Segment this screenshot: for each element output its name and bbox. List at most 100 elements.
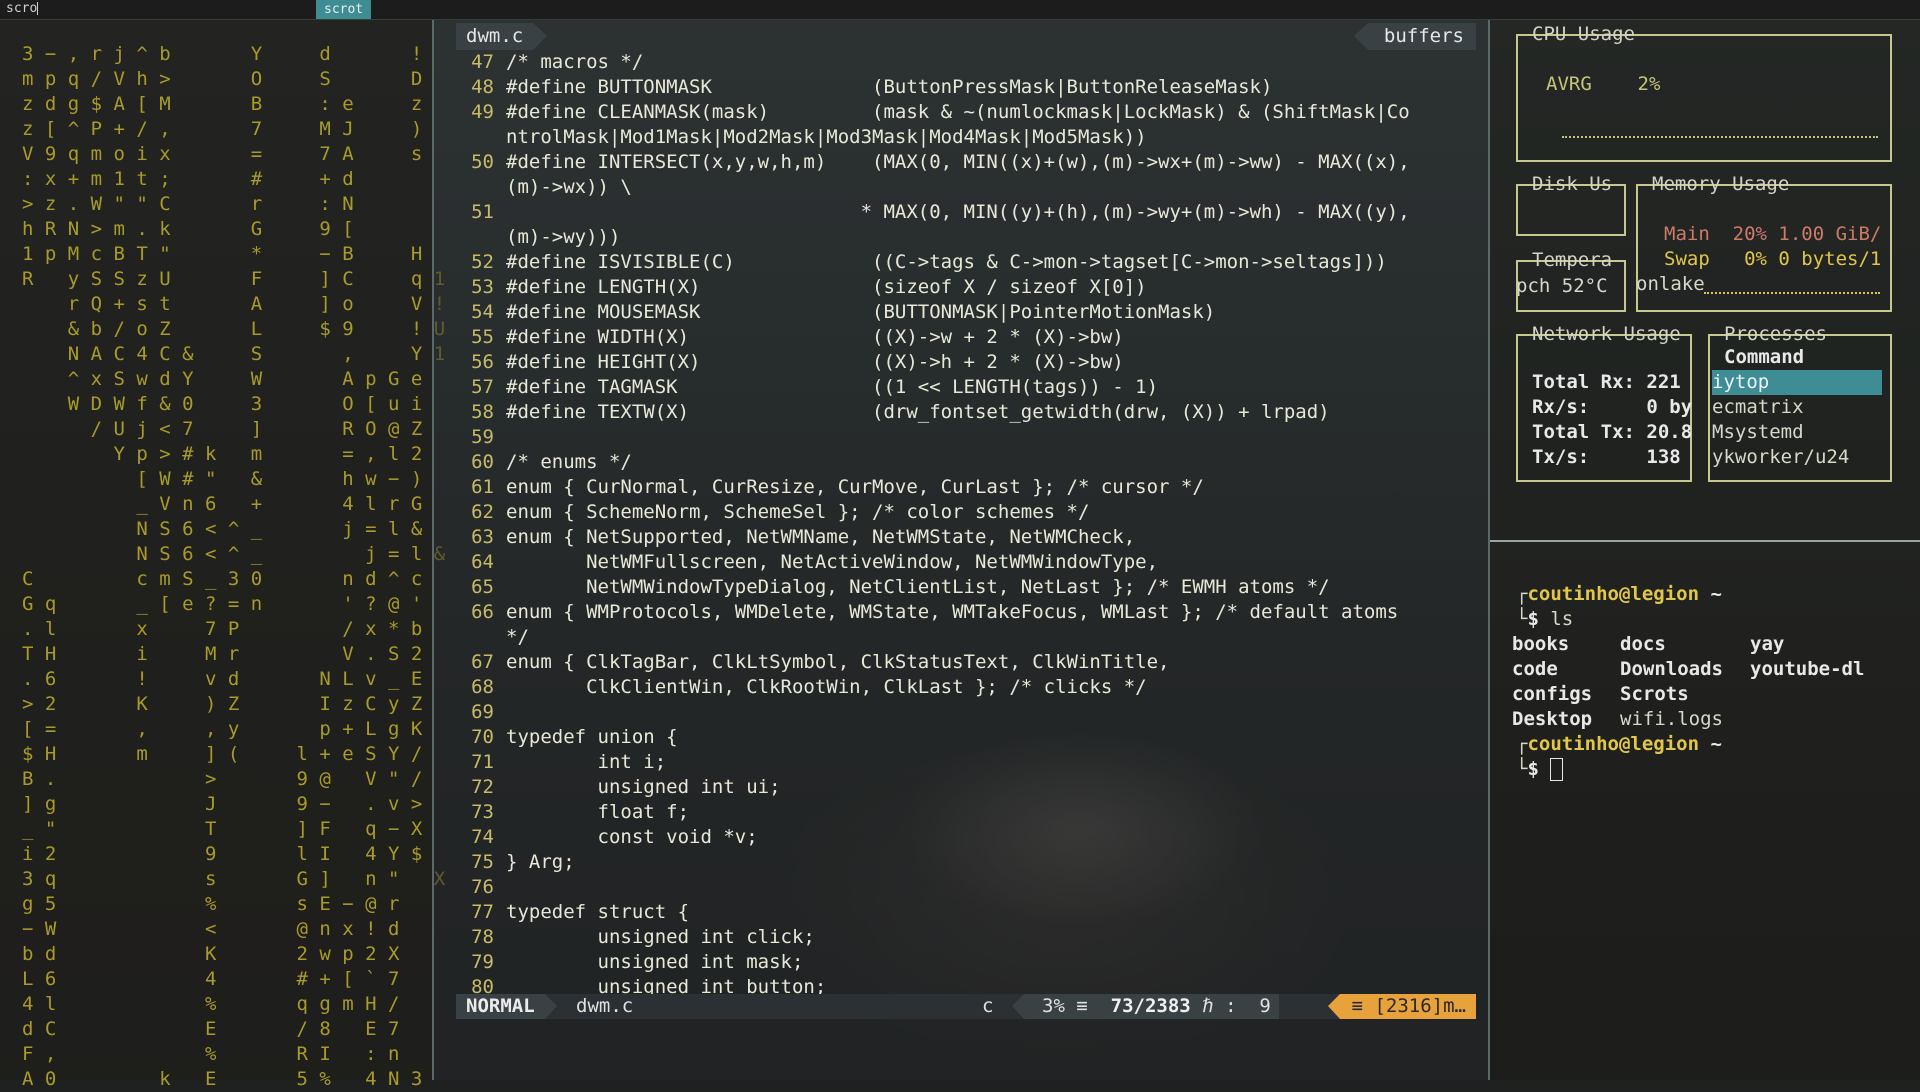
vim-tabline: dwm.c buffers <box>456 23 1476 50</box>
code-text: (m)->wy))) <box>506 226 621 248</box>
temperature-box: Tempera pch 52°C <box>1516 249 1626 312</box>
code-line[interactable]: 53 #define LENGTH(X) (sizeof X / sizeof X… <box>456 275 1476 300</box>
temperature-row: pch 52°C <box>1516 275 1608 297</box>
code-line[interactable]: 79 unsigned int mask; <box>456 950 1476 975</box>
line-number: 76 <box>471 876 494 898</box>
ls-entry: code <box>1512 658 1558 680</box>
code-line[interactable]: 66 enum { WMProtocols, WMDelete, WMState,… <box>456 600 1476 625</box>
code-text: #define CLEANMASK(mask) (mask & ~(numloc… <box>506 101 1410 123</box>
code-line[interactable]: 68 ClkClientWin, ClkRootWin, ClkLast }; … <box>456 675 1476 700</box>
process-row-selected[interactable]: iytop <box>1712 370 1882 395</box>
code-text: #define WIDTH(X) ((X)->w + 2 * (X)->bw) <box>506 326 1124 348</box>
code-line[interactable]: */ <box>456 625 1476 650</box>
code-text: #define INTERSECT(x,y,w,h,m) (MAX(0, MIN… <box>506 151 1410 173</box>
network-usage-title: Network Usage <box>1532 323 1681 345</box>
dmenu-selected-item[interactable]: scrot <box>316 0 372 19</box>
code-line[interactable]: ntrolMask|Mod1Mask|Mod2Mask|Mod3Mask|Mod… <box>456 125 1476 150</box>
status-column: 9 <box>1259 995 1271 1017</box>
code-line[interactable]: 78 unsigned int click; <box>456 925 1476 950</box>
column-icon: ℏ : <box>1202 995 1237 1017</box>
code-line[interactable]: 65 NetWMWindowTypeDialog, NetClientList,… <box>456 575 1476 600</box>
prompt-dir: ~ <box>1710 733 1722 755</box>
prompt-user: coutinho@legion <box>1527 733 1700 755</box>
line-number: 74 <box>471 826 494 848</box>
code-line[interactable]: 56 #define HEIGHT(X) ((X)->h + 2 * (X)->b… <box>456 350 1476 375</box>
process-row[interactable]: ecmatrix <box>1712 395 1804 420</box>
process-row[interactable]: ykworker/u24 <box>1712 445 1849 470</box>
code-line[interactable]: 67 enum { ClkTagBar, ClkLtSymbol, ClkStat… <box>456 650 1476 675</box>
cmatrix-terminal[interactable]: 3 − , r j ^ b Y d ! m p q / V h > O S D … <box>0 20 445 1090</box>
code-line[interactable]: 58 #define TEXTW(X) (drw_fontset_getwidth… <box>456 400 1476 425</box>
code-line[interactable]: 69 <box>456 700 1476 725</box>
memory-graph-line <box>1704 292 1880 294</box>
code-text: const void *v; <box>506 826 758 848</box>
code-line[interactable]: (m)->wx)) \ <box>456 175 1476 200</box>
code-line[interactable]: 60 /* enums */ <box>456 450 1476 475</box>
ytop-monitor[interactable]: CPU Usage AVRG 2% Disk Us Tempera pch 52… <box>1490 20 1920 540</box>
memory-extra-label: onlake <box>1636 273 1705 295</box>
cpu-usage-title: CPU Usage <box>1532 23 1635 45</box>
code-line[interactable]: 72 unsigned int ui; <box>456 775 1476 800</box>
prompt-user: coutinho@legion <box>1527 583 1700 605</box>
line-number: 79 <box>471 951 494 973</box>
code-line[interactable]: 61 enum { CurNormal, CurResize, CurMove, … <box>456 475 1476 500</box>
code-text: * MAX(0, MIN((y)+(h),(m)->wy+(m)->wh) - … <box>506 201 1410 223</box>
code-buffer[interactable]: 47 /* macros */ 48 #define BUTTONMASK (Butt… <box>456 50 1476 1000</box>
typed-command: ls <box>1550 608 1574 630</box>
process-row[interactable]: Msystemd <box>1712 420 1804 445</box>
code-line[interactable]: 52 #define ISVISIBLE(C) ((C->tags & C->mo… <box>456 250 1476 275</box>
code-text: /* macros */ <box>506 51 644 73</box>
line-number: 77 <box>471 901 494 923</box>
code-line[interactable]: 73 float f; <box>456 800 1476 825</box>
ls-entry: docs <box>1620 633 1666 655</box>
code-line[interactable]: 54 #define MOUSEMASK (BUTTONMASK|PointerM… <box>456 300 1476 325</box>
dmenu-bar[interactable]: scro scrot <box>0 0 1920 19</box>
shell-terminal[interactable]: ┌coutinho@legion ~ └$ ls books code conf… <box>1490 542 1920 1080</box>
line-number: 49 <box>471 101 494 123</box>
code-line[interactable]: (m)->wy))) <box>456 225 1476 250</box>
code-text: float f; <box>506 801 690 823</box>
code-text: #define HEIGHT(X) ((X)->h + 2 * (X)->bw) <box>506 351 1124 373</box>
code-line[interactable]: 77 typedef struct { <box>456 900 1476 925</box>
prompt-dir: ~ <box>1710 583 1722 605</box>
cpu-avg-row: AVRG 2% <box>1546 72 1660 97</box>
code-line[interactable]: 63 enum { NetSupported, NetWMName, NetWMS… <box>456 525 1476 550</box>
code-line[interactable]: 62 enum { SchemeNorm, SchemeSel }; /* col… <box>456 500 1476 525</box>
tab-dwm-c[interactable]: dwm.c <box>456 23 548 50</box>
prompt-corner-glyph: └ <box>1516 608 1528 630</box>
matrix-rain-text: 3 − , r j ^ b Y d ! m p q / V h > O S D … <box>22 43 445 1090</box>
code-line[interactable]: 47 /* macros */ <box>456 50 1476 75</box>
code-text: ntrolMask|Mod1Mask|Mod2Mask|Mod3Mask|Mod… <box>506 126 1147 148</box>
memory-usage-title: Memory Usage <box>1652 173 1790 195</box>
code-line[interactable]: 64 NetWMFullscreen, NetActiveWindow, Net… <box>456 550 1476 575</box>
line-number: 69 <box>471 701 494 723</box>
cpu-avg-label: AVRG <box>1546 73 1592 95</box>
code-text: enum { ClkTagBar, ClkLtSymbol, ClkStatus… <box>506 651 1170 673</box>
status-line-count: 73/2383 <box>1110 995 1191 1017</box>
code-line[interactable]: 71 int i; <box>456 750 1476 775</box>
code-line[interactable]: 75} Arg; <box>456 850 1476 875</box>
line-number: 48 <box>471 76 494 98</box>
vim-editor-window[interactable]: dwm.c buffers 47 /* macros */ 48 #define BU… <box>434 20 1488 1080</box>
code-line[interactable]: 57 #define TAGMASK ((1 << LENGTH(tags)) -… <box>456 375 1476 400</box>
dmenu-input-text: scro <box>6 1 38 16</box>
line-number: 47 <box>471 51 494 73</box>
code-line[interactable]: 50 #define INTERSECT(x,y,w,h,m) (MAX(0, M… <box>456 150 1476 175</box>
code-line[interactable]: 74 const void *v; <box>456 825 1476 850</box>
memory-usage-box: Memory Usage Main 20% 1.00 GiB/ Swap 0% … <box>1636 173 1892 312</box>
code-text: /* enums */ <box>506 451 632 473</box>
code-line[interactable]: 59 <box>456 425 1476 450</box>
code-text: enum { NetSupported, NetWMName, NetWMSta… <box>506 526 1136 548</box>
code-line[interactable]: 70 typedef union { <box>456 725 1476 750</box>
line-number: 65 <box>471 576 494 598</box>
ls-entry: yay <box>1750 633 1785 655</box>
dmenu-input[interactable]: scro <box>6 1 39 16</box>
code-line[interactable]: 55 #define WIDTH(X) ((X)->w + 2 * (X)->bw… <box>456 325 1476 350</box>
code-line[interactable]: 48 #define BUTTONMASK (ButtonPressMask|Bu… <box>456 75 1476 100</box>
code-text: enum { WMProtocols, WMDelete, WMState, W… <box>506 601 1399 623</box>
code-line[interactable]: 49 #define CLEANMASK(mask) (mask & ~(numl… <box>456 100 1476 125</box>
prompt-corner-glyph: ┌ <box>1516 733 1528 755</box>
code-line[interactable]: 51 * MAX(0, MIN((y)+(h),(m)->wy+(m)->wh)… <box>456 200 1476 225</box>
code-line[interactable]: 76 <box>456 875 1476 900</box>
buffers-indicator[interactable]: buffers <box>1353 23 1476 50</box>
